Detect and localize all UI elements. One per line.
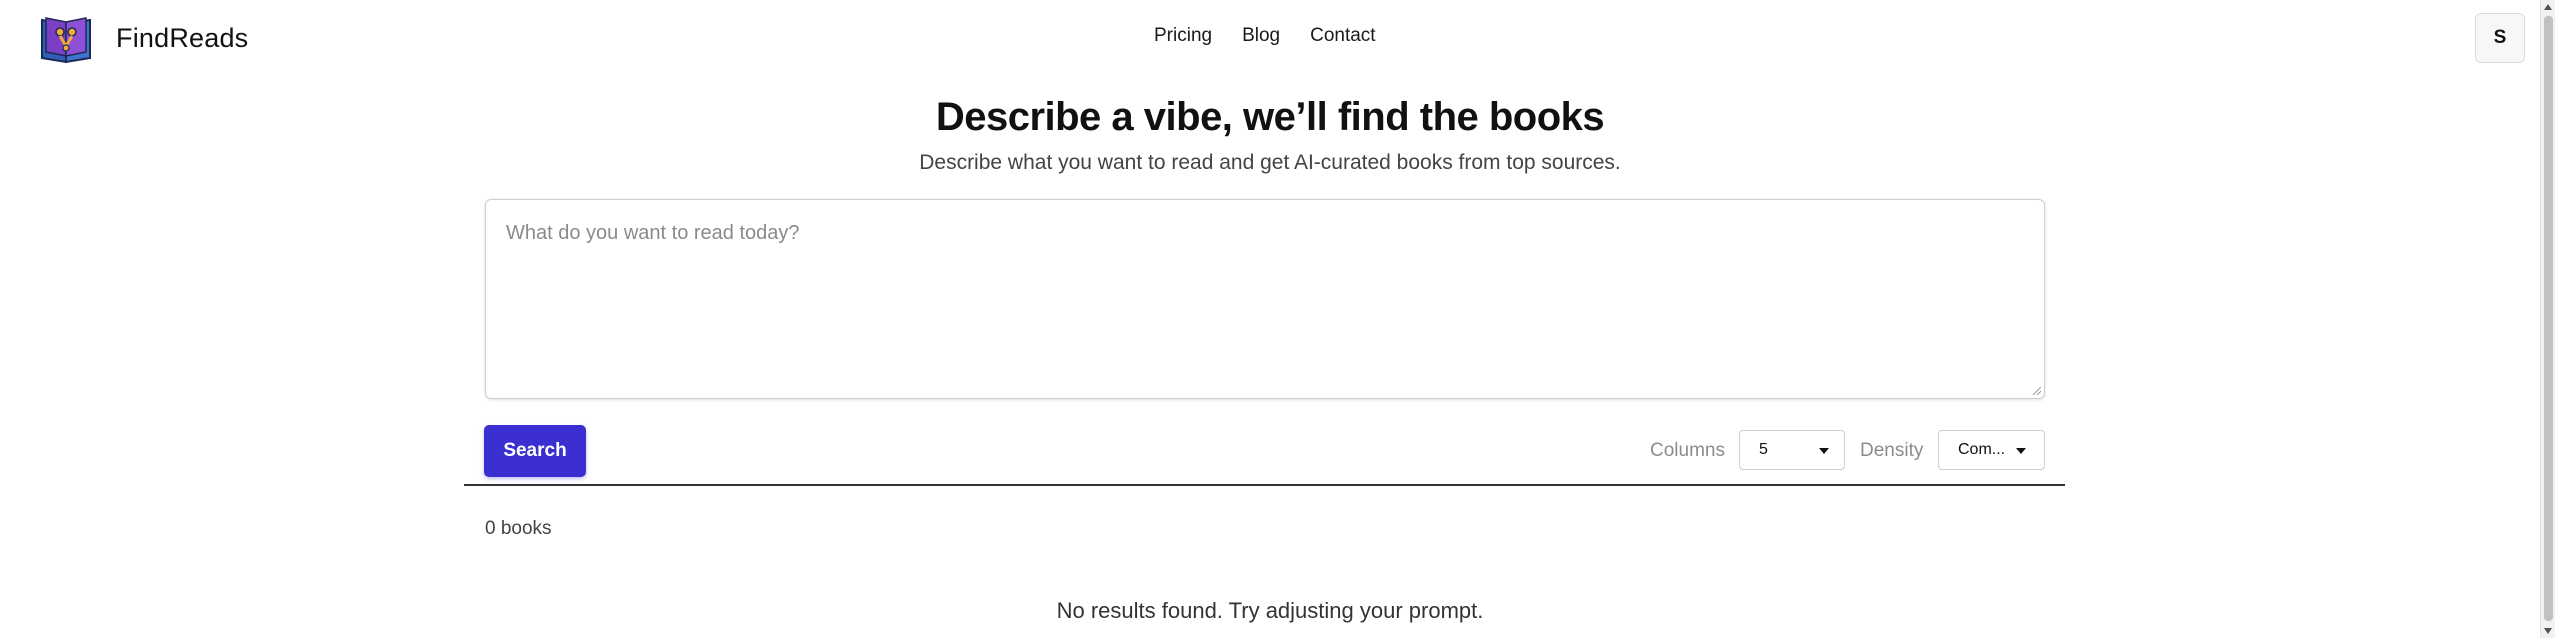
empty-state-message: No results found. Try adjusting your pro… [1056,598,1484,623]
density-select-value: Com... [1958,441,2006,458]
nav-link-pricing[interactable]: Pricing [1154,25,1212,47]
scroll-up-arrow-icon[interactable] [2544,4,2552,10]
site-header: FindReads Pricing Blog Contact S [0,0,2540,76]
prompt-input[interactable] [485,199,2045,399]
density-select[interactable]: Com... [1938,430,2045,470]
chevron-down-icon [1819,448,1829,454]
columns-select-value: 5 [1759,441,1768,458]
user-avatar-button[interactable]: S [2475,13,2525,63]
nav-link-blog[interactable]: Blog [1242,25,1280,47]
main-nav: Pricing Blog Contact [1154,25,1376,47]
search-button[interactable]: Search [484,425,586,477]
page-subtitle: Describe what you want to read and get A… [919,151,1621,174]
chevron-down-icon [2016,448,2026,454]
results-divider [464,484,2065,486]
resize-grip-icon[interactable] [2031,385,2041,395]
columns-select[interactable]: 5 [1739,430,1845,470]
brand-name: FindReads [116,22,249,53]
nav-link-contact[interactable]: Contact [1310,25,1375,47]
page-title: Describe a vibe, we’ll find the books [935,95,1605,139]
columns-label: Columns [1650,440,1725,461]
book-logo-icon [41,17,91,64]
scroll-down-arrow-icon[interactable] [2544,628,2552,634]
density-label: Density [1860,440,1924,461]
page-scrollbar[interactable] [2540,0,2555,638]
results-count: 0 books [485,518,552,539]
scroll-thumb[interactable] [2544,16,2553,621]
brand-link[interactable]: FindReads [38,12,248,64]
